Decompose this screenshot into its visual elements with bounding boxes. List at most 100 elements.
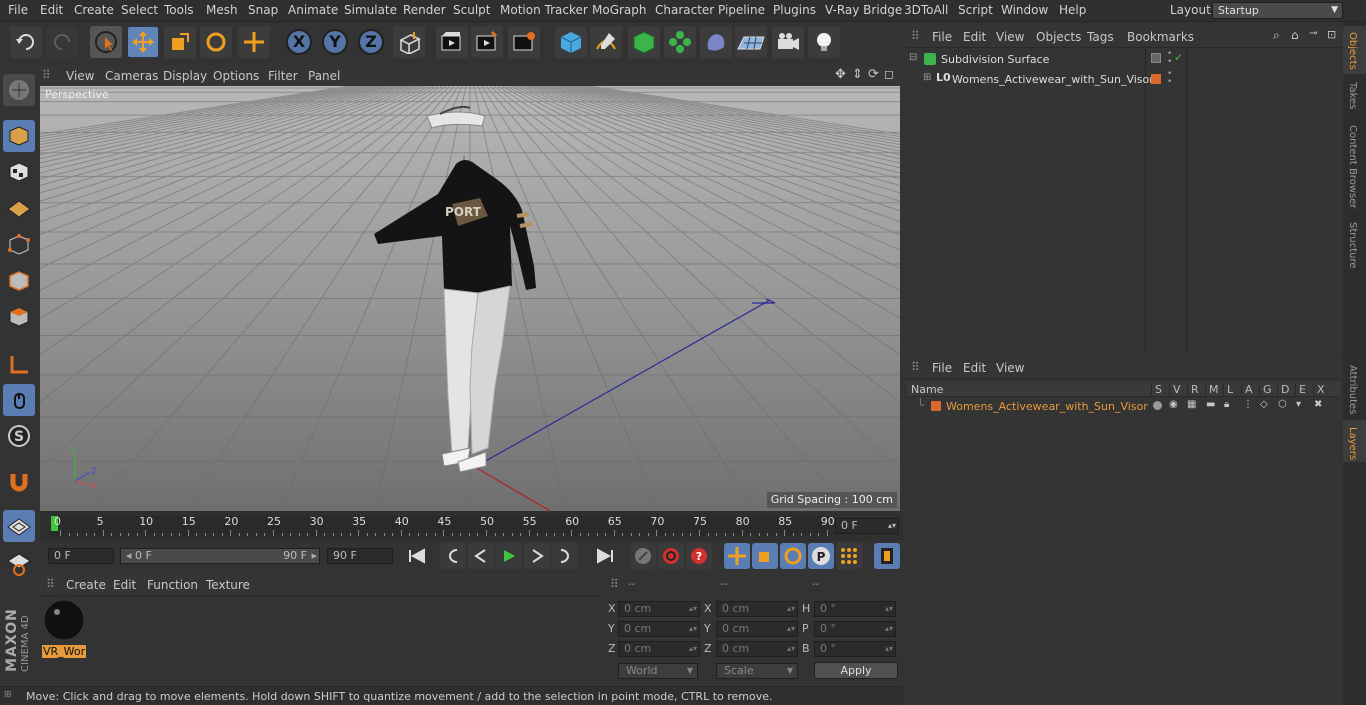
layers-menu-view[interactable]: View (996, 361, 1024, 375)
end-frame-field[interactable]: 90 F (327, 548, 393, 564)
viewport-menu-view[interactable]: View (66, 69, 94, 83)
render-picture-viewer-button[interactable] (471, 26, 503, 58)
objects-menu-bookmarks[interactable]: Bookmarks (1127, 30, 1194, 44)
render-view-button[interactable] (436, 26, 468, 58)
expand-icon[interactable]: ⊞ (923, 72, 931, 83)
coord-value-field[interactable]: 0 ° ▴▾ (814, 641, 896, 657)
z-axis-button[interactable]: Z (355, 26, 387, 58)
drag-handle-icon[interactable]: ⠿ (46, 577, 55, 591)
texture-mode-button[interactable] (3, 156, 35, 188)
generators-icon[interactable]: ◇ (1260, 399, 1268, 410)
tab-attributes[interactable]: Attributes (1347, 365, 1358, 414)
expressions-icon[interactable]: ▾ (1296, 399, 1301, 410)
points-mode-button[interactable] (3, 229, 35, 261)
menu-character[interactable]: Character (655, 3, 714, 17)
layer-column-header[interactable]: R (1187, 383, 1199, 396)
drag-handle-icon[interactable]: ⠿ (911, 29, 920, 43)
x-axis-button[interactable]: X (283, 26, 315, 58)
move-tool-button[interactable] (127, 26, 159, 58)
render-settings-button[interactable] (508, 26, 540, 58)
undo-button[interactable] (10, 26, 42, 58)
layer-column-header[interactable]: G (1259, 383, 1272, 396)
next-frame-button[interactable] (524, 543, 550, 569)
key-position-button[interactable] (724, 543, 750, 569)
layer-color-icon[interactable] (1151, 74, 1161, 84)
menu-simulate[interactable]: Simulate (344, 3, 397, 17)
go-to-end-button[interactable] (592, 543, 618, 569)
xref-icon[interactable]: ✖ (1314, 399, 1322, 410)
tab-layers[interactable]: Layers (1347, 427, 1358, 460)
live-selection-button[interactable] (90, 26, 122, 58)
objects-menu-view[interactable]: View (996, 30, 1024, 44)
tab-takes[interactable]: Takes (1347, 82, 1358, 109)
coord-value-field[interactable]: 0 ° ▴▾ (814, 601, 896, 617)
menu-snap[interactable]: Snap (248, 3, 278, 17)
y-axis-button[interactable]: Y (319, 26, 351, 58)
enabled-check-icon[interactable]: ✓ (1174, 51, 1183, 64)
play-button[interactable] (496, 543, 522, 569)
deformers-icon[interactable]: ⬡ (1278, 399, 1287, 410)
timeline-window-button[interactable] (874, 543, 900, 569)
coord-mode-select[interactable]: World ▼ (618, 663, 698, 679)
frame-range-slider[interactable]: ◂ 0 F 90 F ▸ (120, 548, 320, 564)
layers-menu-file[interactable]: File (932, 361, 952, 375)
scale-tool-button[interactable] (164, 26, 196, 58)
coord-value-field[interactable]: 0 ° ▴▾ (814, 621, 896, 637)
key-point-level-button[interactable] (836, 543, 862, 569)
viewport-maximize-icon[interactable]: ◻ (884, 67, 894, 81)
layer-color-swatch[interactable] (931, 401, 941, 411)
menu-mesh[interactable]: Mesh (206, 3, 238, 17)
search-icon[interactable]: ⌕ (1273, 28, 1280, 43)
eye-icon[interactable]: ◉ (1169, 399, 1178, 410)
layers-menu-edit[interactable]: Edit (963, 361, 986, 375)
layer-column-header[interactable]: S (1151, 383, 1162, 396)
coord-value-field[interactable]: 0 cm ▴▾ (618, 601, 700, 617)
subdivision-surface-button[interactable] (628, 26, 660, 58)
menu-sculpt[interactable]: Sculpt (453, 3, 490, 17)
coord-value-field[interactable]: 0 cm ▴▾ (618, 621, 700, 637)
objects-menu-edit[interactable]: Edit (963, 30, 986, 44)
layer-column-header[interactable]: A (1241, 383, 1253, 396)
scale-mode-select[interactable]: Scale ▼ (716, 663, 798, 679)
camera-button[interactable] (772, 26, 804, 58)
viewport-zoom-icon[interactable]: ⇕ (852, 67, 863, 82)
coord-value-field[interactable]: 0 cm ▴▾ (716, 641, 798, 657)
new-window-icon[interactable]: ⊡ (1327, 28, 1336, 41)
solo-dot-icon[interactable] (1153, 401, 1162, 410)
light-button[interactable] (808, 26, 840, 58)
menu-plugins[interactable]: Plugins (773, 3, 816, 17)
drag-handle-icon[interactable]: ⠿ (42, 68, 51, 82)
viewport-move-icon[interactable]: ✥ (835, 67, 846, 82)
material-menu-function[interactable]: Function (147, 578, 198, 592)
layer-column-header[interactable]: V (1169, 383, 1181, 396)
floor-button[interactable] (735, 26, 767, 58)
material-menu-texture[interactable]: Texture (206, 578, 250, 592)
layer-column-header[interactable]: D (1277, 383, 1289, 396)
objects-menu-objects[interactable]: Objects (1036, 30, 1081, 44)
coord-value-field[interactable]: 0 cm ▴▾ (716, 601, 798, 617)
viewport-menu-filter[interactable]: Filter (268, 69, 298, 83)
menu-script[interactable]: Script (958, 3, 993, 17)
tab-objects[interactable]: Objects (1347, 32, 1358, 70)
menu-select[interactable]: Select (121, 3, 158, 17)
layer-name-label[interactable]: Womens_Activewear_with_Sun_Visor (946, 400, 1148, 413)
lock-icon[interactable]: 🔒︎ (1224, 399, 1229, 410)
lock-workplane-button[interactable] (3, 510, 35, 542)
layer-column-header[interactable]: M (1205, 383, 1219, 396)
render-clapper-icon[interactable]: ▦ (1187, 399, 1196, 410)
current-frame-field[interactable]: 0 F ▴▾ (835, 518, 899, 534)
display-tag-icon[interactable] (1151, 53, 1161, 63)
apply-button[interactable]: Apply (814, 662, 898, 679)
menu-edit[interactable]: Edit (40, 3, 63, 17)
workplane-button[interactable] (3, 192, 35, 224)
key-scale-button[interactable] (752, 543, 778, 569)
menu-render[interactable]: Render (403, 3, 446, 17)
coord-value-field[interactable]: 0 cm ▴▾ (716, 621, 798, 637)
link-icon[interactable]: ⊸ (1309, 28, 1317, 39)
redo-button[interactable] (46, 26, 78, 58)
layout-select[interactable]: Startup ▼ (1212, 2, 1343, 19)
menu-animate[interactable]: Animate (288, 3, 338, 17)
objects-menu-file[interactable]: File (932, 30, 952, 44)
object-row-womens-activewear[interactable]: ⊞ L0 Womens_Activewear_with_Sun_Visor • • (905, 70, 1342, 89)
material-menu-create[interactable]: Create (66, 578, 106, 592)
